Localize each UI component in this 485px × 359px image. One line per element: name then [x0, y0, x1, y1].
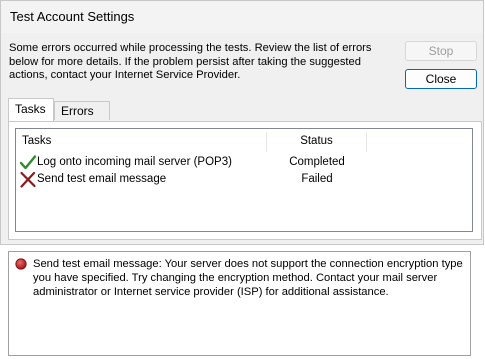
error-dot-icon [15, 258, 27, 270]
stop-button[interactable]: Stop [405, 41, 477, 61]
test-account-settings-dialog: Test Account Settings Some errors occurr… [0, 0, 484, 245]
tab-tasks[interactable]: Tasks [8, 98, 54, 121]
tab-errors[interactable]: Errors [54, 101, 110, 120]
column-header-tasks[interactable]: Tasks [16, 132, 267, 152]
tasks-list[interactable]: Tasks Status Log onto incoming mail serv… [15, 128, 473, 232]
checkmark-icon [19, 154, 37, 171]
tasks-panel: Tasks Status Log onto incoming mail serv… [8, 121, 482, 240]
task-status: Completed [289, 156, 345, 168]
error-detail-text: Send test email message: Your server doe… [33, 258, 463, 298]
error-details-box[interactable]: Send test email message: Your server doe… [8, 251, 471, 356]
close-button[interactable]: Close [405, 69, 477, 89]
x-icon [19, 171, 37, 188]
task-name: Log onto incoming mail server (POP3) [37, 156, 232, 168]
table-row[interactable]: Send test email message Failed [16, 171, 472, 188]
task-status: Failed [301, 173, 333, 185]
column-header-status[interactable]: Status [267, 132, 367, 152]
table-row[interactable]: Log onto incoming mail server (POP3) Com… [16, 154, 472, 171]
window-title: Test Account Settings [10, 9, 135, 24]
status-message: Some errors occurred while processing th… [9, 42, 372, 81]
task-name: Send test email message [37, 173, 167, 185]
title-bar: Test Account Settings [1, 1, 483, 33]
